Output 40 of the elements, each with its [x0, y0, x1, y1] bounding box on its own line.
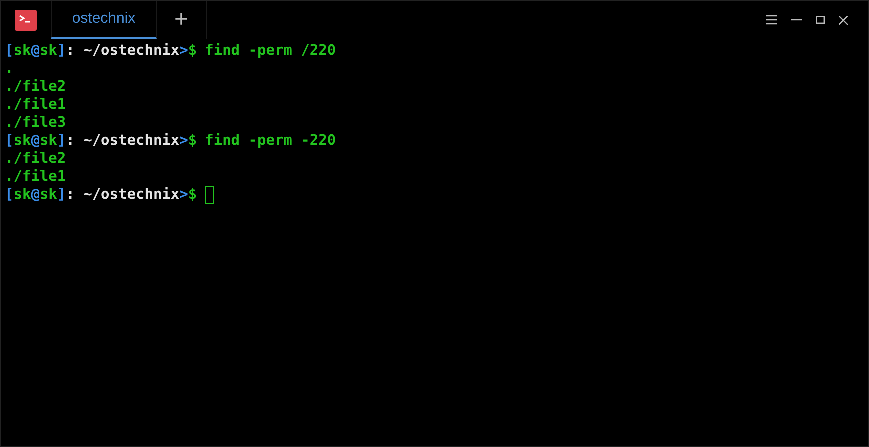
- tab[interactable]: ostechnix: [51, 1, 157, 39]
- prompt-text: ]: [57, 42, 66, 60]
- prompt-text: [: [5, 132, 14, 150]
- prompt-text: : ~/ostechnix: [66, 132, 180, 150]
- prompt-text: ]: [57, 132, 66, 150]
- output-text: ./file2: [5, 78, 68, 96]
- output-text: ./file1: [5, 168, 68, 186]
- prompt-text: [: [5, 42, 14, 60]
- prompt-text: $: [188, 42, 198, 60]
- command-text: find -perm -220: [205, 132, 336, 150]
- prompt-text: @: [31, 132, 40, 150]
- command-text: find -perm /220: [205, 42, 336, 60]
- output-text: .: [5, 60, 15, 78]
- prompt-text: sk: [14, 186, 32, 204]
- close-icon[interactable]: [839, 16, 848, 24]
- text-cursor: [205, 186, 214, 204]
- prompt-text: [: [5, 186, 14, 204]
- terminal-icon: [15, 10, 37, 30]
- new-tab-button[interactable]: +: [157, 1, 207, 39]
- prompt-text: $: [188, 132, 198, 150]
- prompt-text: sk: [40, 186, 58, 204]
- prompt-text: sk: [40, 132, 58, 150]
- prompt-text: sk: [14, 132, 32, 150]
- prompt-text: sk: [14, 42, 32, 60]
- output-text: ./file3: [5, 114, 68, 132]
- prompt-text: sk: [40, 42, 58, 60]
- prompt-text: : ~/ostechnix: [66, 186, 180, 204]
- prompt-text: >: [180, 186, 188, 204]
- prompt-text: ]: [57, 186, 66, 204]
- prompt-text: $: [188, 186, 198, 204]
- prompt-text: : ~/ostechnix: [66, 42, 180, 60]
- prompt-text: @: [31, 42, 40, 60]
- minimize-icon[interactable]: [791, 19, 802, 21]
- menu-icon[interactable]: [766, 15, 777, 25]
- prompt-text: @: [31, 186, 40, 204]
- prompt-text: >: [180, 42, 188, 60]
- output-text: ./file1: [5, 96, 68, 114]
- prompt-text: >: [180, 132, 188, 150]
- output-text: ./file2: [5, 150, 68, 168]
- maximize-icon[interactable]: [816, 16, 825, 24]
